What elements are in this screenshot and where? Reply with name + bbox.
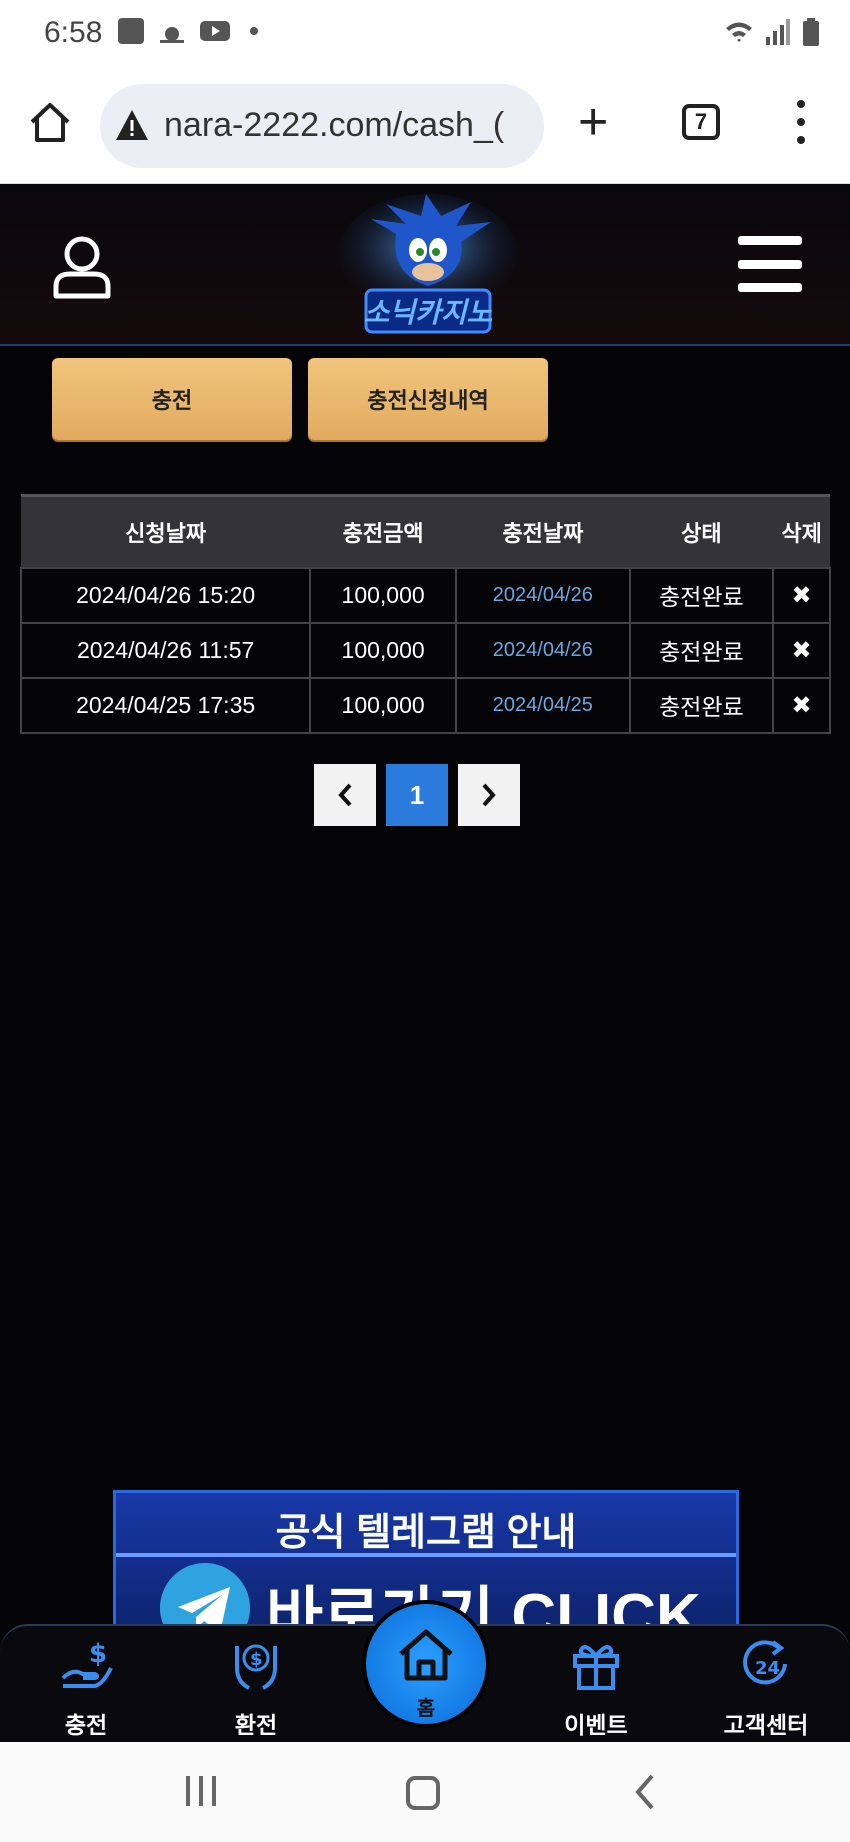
delete-icon[interactable]: ✖ <box>792 582 812 609</box>
deposit-icon: $ <box>61 1639 113 1688</box>
amount-cell: 100,000 <box>309 621 457 679</box>
warning-icon[interactable] <box>114 108 150 142</box>
request-date-cell: 2024/04/25 17:35 <box>19 676 312 734</box>
delete-cell: ✖ <box>772 566 831 624</box>
notification-icons <box>118 18 258 44</box>
support-24-icon: 24 <box>743 1640 787 1685</box>
nav-support[interactable]: 24 고객센터 <box>706 1638 826 1740</box>
charge-date-cell: 2024/04/26 <box>454 621 631 679</box>
next-page-button[interactable] <box>458 764 520 826</box>
wifi-icon <box>726 22 752 42</box>
page-1-button[interactable]: 1 <box>386 764 448 826</box>
nav-home[interactable]: 홈 <box>362 1600 490 1728</box>
site-header: 소닉카지노 <box>0 184 850 346</box>
chevron-right-icon <box>482 783 496 807</box>
system-nav-bar <box>0 1742 850 1842</box>
status-time: 6:58 <box>44 16 103 49</box>
nav-event-label: 이벤트 <box>564 1712 628 1738</box>
prev-page-button[interactable] <box>314 764 376 826</box>
address-bar[interactable]: nara-2222.com/cash_( <box>100 84 544 168</box>
delete-cell: ✖ <box>772 676 831 734</box>
user-icon[interactable] <box>52 234 112 300</box>
col-amount: 충전금액 <box>310 494 456 568</box>
svg-text:$: $ <box>89 1639 107 1669</box>
pagination: 1 <box>314 764 520 826</box>
deposit-history-table: 신청날짜 충전금액 충전날짜 상태 삭제 2024/04/26 15:20 10… <box>19 494 831 734</box>
back-icon[interactable] <box>634 1772 656 1812</box>
more-notifications-icon <box>250 27 258 35</box>
browser-toolbar: nara-2222.com/cash_( + 7 <box>0 66 850 184</box>
charge-date-cell: 2024/04/25 <box>454 676 631 734</box>
banner-title: 공식 텔레그램 안내 <box>275 1512 577 1554</box>
system-icons <box>724 18 820 46</box>
delete-icon[interactable]: ✖ <box>792 692 812 719</box>
nav-event[interactable]: 이벤트 <box>536 1638 656 1740</box>
hamburger-menu-icon[interactable] <box>738 236 802 292</box>
col-request-date: 신청날짜 <box>21 494 311 568</box>
nav-deposit-label: 충전 <box>64 1712 108 1738</box>
signal-icon <box>766 19 790 45</box>
browser-home-icon[interactable] <box>28 100 72 144</box>
youtube-icon <box>200 21 230 41</box>
nav-withdraw-label: 환전 <box>234 1712 278 1738</box>
col-charge-date: 충전날짜 <box>455 494 630 568</box>
svg-text:24: 24 <box>755 1658 780 1679</box>
battery-icon <box>803 18 819 46</box>
nav-support-label: 고객센터 <box>723 1712 809 1738</box>
telegram-icon <box>160 1563 250 1627</box>
nav-withdraw[interactable]: $ 환전 <box>196 1638 316 1740</box>
status-cell: 충전완료 <box>628 566 775 624</box>
amount-cell: 100,000 <box>309 676 457 734</box>
gallery-icon <box>118 18 144 44</box>
table-row: 2024/04/25 17:35 100,000 2024/04/25 충전완료… <box>19 676 831 734</box>
amount-cell: 100,000 <box>309 566 457 624</box>
table-header-row: 신청날짜 충전금액 충전날짜 상태 삭제 <box>21 494 830 568</box>
status-bar: 6:58 <box>0 0 850 66</box>
chevron-left-icon <box>338 783 352 807</box>
col-delete: 삭제 <box>773 494 830 568</box>
logo-text: 소닉카지노 <box>364 296 493 329</box>
weather-icon <box>160 27 184 43</box>
recent-apps-icon[interactable] <box>186 1776 216 1806</box>
delete-icon[interactable]: ✖ <box>792 637 812 664</box>
tab-switcher-button[interactable]: 7 <box>682 104 720 140</box>
status-cell: 충전완료 <box>628 621 775 679</box>
status-cell: 충전완료 <box>628 676 775 734</box>
url-text[interactable]: nara-2222.com/cash_( <box>164 106 534 145</box>
new-tab-icon[interactable]: + <box>578 96 608 148</box>
home-icon <box>399 1629 453 1681</box>
charge-date-cell: 2024/04/26 <box>454 566 631 624</box>
browser-menu-icon[interactable] <box>796 100 806 144</box>
tab-deposit-history[interactable]: 충전신청내역 <box>308 358 548 440</box>
banner-divider <box>116 1553 736 1557</box>
gift-icon <box>573 1645 619 1690</box>
table-row: 2024/04/26 11:57 100,000 2024/04/26 충전완료… <box>19 621 831 679</box>
svg-text:$: $ <box>250 1649 263 1670</box>
withdraw-icon: $ <box>235 1644 277 1690</box>
delete-cell: ✖ <box>772 621 831 679</box>
request-date-cell: 2024/04/26 11:57 <box>19 621 312 679</box>
nav-deposit[interactable]: $ 충전 <box>26 1638 146 1740</box>
nav-home-label: 홈 <box>416 1698 436 1720</box>
request-date-cell: 2024/04/26 15:20 <box>19 566 312 624</box>
system-home-icon[interactable] <box>406 1776 440 1810</box>
logo[interactable]: 소닉카지노 <box>326 194 530 342</box>
col-status: 상태 <box>629 494 774 568</box>
tab-deposit[interactable]: 충전 <box>52 358 292 440</box>
table-row: 2024/04/26 15:20 100,000 2024/04/26 충전완료… <box>19 566 831 624</box>
